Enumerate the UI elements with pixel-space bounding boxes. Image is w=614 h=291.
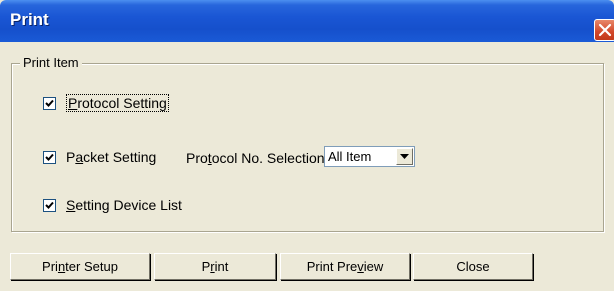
- protocol-setting-checkbox[interactable]: [43, 96, 56, 110]
- checkmark-icon: [45, 153, 54, 161]
- packet-setting-checkbox[interactable]: [43, 150, 56, 164]
- setting-device-list-checkbox[interactable]: [43, 198, 56, 212]
- close-window-button[interactable]: [594, 19, 614, 41]
- dialog-title: Print: [10, 10, 49, 29]
- printer-setup-button[interactable]: Printer Setup: [10, 253, 150, 280]
- print-preview-button[interactable]: Print Preview: [280, 253, 410, 280]
- print-dialog: Print Print Item Protocol Setting Packet…: [0, 0, 614, 291]
- chevron-down-icon: [400, 154, 409, 159]
- title-bar[interactable]: Print: [0, 0, 614, 42]
- setting-device-list-label: Setting Device List: [66, 197, 182, 213]
- checkmark-icon: [45, 201, 54, 209]
- protocol-no-selection-label: Protocol No. Selection: [186, 150, 325, 166]
- close-button[interactable]: Close: [413, 253, 533, 280]
- print-item-group-label: Print Item: [20, 55, 82, 70]
- dropdown-arrow-button[interactable]: [396, 148, 413, 165]
- protocol-no-selection-dropdown[interactable]: All Item: [324, 146, 415, 167]
- checkmark-icon: [45, 99, 54, 107]
- packet-setting-option[interactable]: Packet Setting: [43, 149, 156, 165]
- protocol-no-selection-value: All Item: [328, 149, 372, 164]
- print-button[interactable]: Print: [154, 253, 276, 280]
- protocol-setting-option[interactable]: Protocol Setting: [43, 94, 169, 112]
- setting-device-list-option[interactable]: Setting Device List: [43, 197, 182, 213]
- packet-setting-label: Packet Setting: [66, 149, 157, 165]
- close-icon: [598, 23, 612, 37]
- protocol-setting-label: Protocol Setting: [66, 94, 169, 112]
